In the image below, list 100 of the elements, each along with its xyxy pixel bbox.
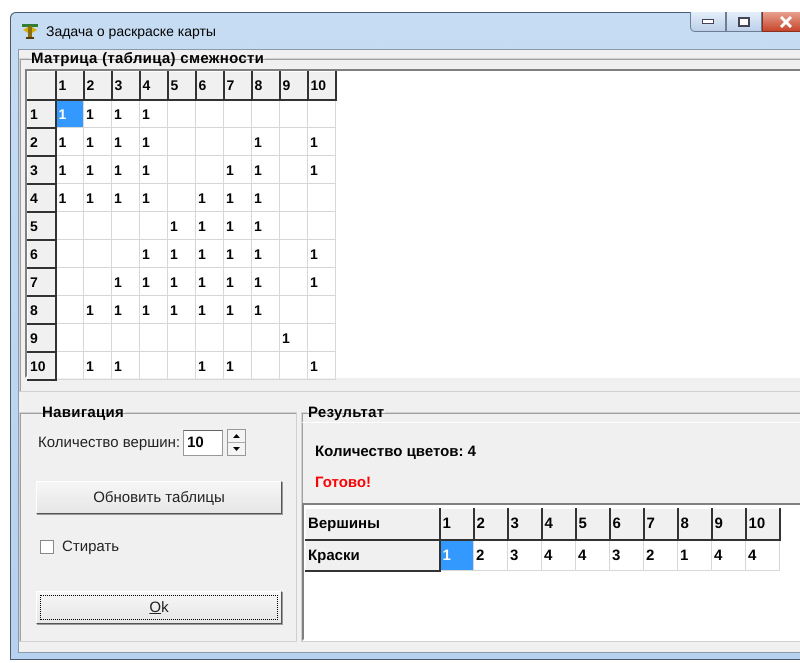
matrix-cell[interactable]: 1 [84, 128, 112, 156]
matrix-cell[interactable]: 1 [84, 296, 112, 324]
matrix-cell[interactable] [168, 352, 196, 380]
matrix-cell[interactable]: 1 [84, 184, 112, 212]
ok-button[interactable]: Ok [36, 591, 282, 624]
matrix-cell[interactable] [196, 156, 224, 184]
matrix-cell[interactable] [280, 352, 308, 380]
matrix-cell[interactable] [280, 296, 308, 324]
color-cell[interactable]: 2 [644, 540, 678, 570]
matrix-cell[interactable] [168, 184, 196, 212]
matrix-cell[interactable]: 1 [112, 156, 140, 184]
matrix-cell[interactable] [224, 128, 252, 156]
matrix-cell[interactable] [140, 352, 168, 380]
color-cell[interactable]: 2 [474, 540, 508, 570]
color-cell[interactable]: 1 [678, 540, 712, 570]
matrix-cell[interactable]: 1 [224, 296, 252, 324]
matrix-cell[interactable]: 1 [308, 268, 336, 296]
matrix-cell[interactable]: 1 [140, 128, 168, 156]
matrix-cell[interactable] [308, 212, 336, 240]
matrix-cell[interactable]: 1 [140, 100, 168, 128]
matrix-cell[interactable] [252, 352, 280, 380]
matrix-cell[interactable]: 1 [112, 352, 140, 380]
matrix-cell[interactable]: 1 [308, 240, 336, 268]
matrix-cell[interactable] [84, 240, 112, 268]
matrix-cell[interactable]: 1 [252, 128, 280, 156]
matrix-cell[interactable] [56, 268, 84, 296]
matrix-cell[interactable]: 1 [112, 296, 140, 324]
matrix-cell[interactable] [168, 100, 196, 128]
color-cell[interactable]: 4 [542, 540, 576, 570]
matrix-cell[interactable] [112, 212, 140, 240]
matrix-cell[interactable]: 1 [140, 156, 168, 184]
color-cell[interactable]: 3 [508, 540, 542, 570]
matrix-cell[interactable] [140, 212, 168, 240]
matrix-cell[interactable] [112, 240, 140, 268]
matrix-cell[interactable]: 1 [168, 268, 196, 296]
matrix-cell[interactable]: 1 [308, 128, 336, 156]
matrix-cell[interactable] [252, 100, 280, 128]
matrix-cell[interactable]: 1 [252, 156, 280, 184]
matrix-cell[interactable]: 1 [224, 184, 252, 212]
matrix-cell[interactable] [308, 296, 336, 324]
matrix-cell[interactable]: 1 [84, 156, 112, 184]
matrix-cell[interactable] [224, 324, 252, 352]
matrix-cell[interactable]: 1 [168, 212, 196, 240]
maximize-button[interactable] [726, 12, 762, 32]
matrix-cell[interactable]: 1 [196, 240, 224, 268]
matrix-cell[interactable]: 1 [252, 296, 280, 324]
matrix-cell[interactable]: 1 [224, 268, 252, 296]
matrix-cell[interactable] [56, 296, 84, 324]
matrix-cell[interactable]: 1 [84, 352, 112, 380]
matrix-cell[interactable]: 1 [224, 212, 252, 240]
refresh-tables-button[interactable]: Обновить таблицы [36, 481, 282, 514]
matrix-cell[interactable]: 1 [112, 100, 140, 128]
matrix-cell[interactable] [196, 100, 224, 128]
matrix-cell[interactable] [112, 324, 140, 352]
matrix-cell[interactable]: 1 [252, 212, 280, 240]
matrix-cell[interactable]: 1 [84, 100, 112, 128]
matrix-cell[interactable]: 1 [252, 184, 280, 212]
matrix-cell[interactable] [308, 324, 336, 352]
matrix-cell[interactable]: 1 [140, 268, 168, 296]
matrix-cell[interactable] [308, 184, 336, 212]
matrix-cell[interactable] [84, 324, 112, 352]
matrix-cell[interactable]: 1 [196, 184, 224, 212]
erase-checkbox[interactable] [40, 540, 54, 554]
matrix-cell[interactable]: 1 [224, 240, 252, 268]
color-cell[interactable]: 4 [712, 540, 746, 570]
matrix-cell[interactable]: 1 [308, 156, 336, 184]
matrix-cell[interactable]: 1 [308, 352, 336, 380]
matrix-cell[interactable] [280, 184, 308, 212]
matrix-cell[interactable]: 1 [112, 268, 140, 296]
matrix-cell[interactable] [84, 268, 112, 296]
matrix-cell[interactable] [252, 324, 280, 352]
matrix-cell[interactable] [56, 212, 84, 240]
matrix-cell[interactable] [280, 268, 308, 296]
matrix-cell[interactable]: 1 [56, 184, 84, 212]
matrix-cell[interactable] [280, 212, 308, 240]
matrix-cell[interactable]: 1 [196, 268, 224, 296]
vertex-count-field[interactable]: 10 [183, 430, 224, 456]
minimize-button[interactable] [690, 12, 726, 32]
matrix-cell[interactable] [56, 324, 84, 352]
matrix-cell[interactable]: 1 [112, 184, 140, 212]
matrix-cell[interactable]: 1 [252, 268, 280, 296]
matrix-cell[interactable]: 1 [168, 296, 196, 324]
matrix-cell[interactable]: 1 [224, 156, 252, 184]
matrix-cell[interactable] [84, 212, 112, 240]
matrix-cell[interactable]: 1 [196, 212, 224, 240]
matrix-cell[interactable] [168, 128, 196, 156]
matrix-cell[interactable] [196, 128, 224, 156]
color-cell[interactable]: 4 [746, 540, 780, 570]
spin-buttons[interactable] [227, 429, 246, 456]
matrix-cell[interactable] [224, 100, 252, 128]
matrix-cell[interactable]: 1 [252, 240, 280, 268]
matrix-cell[interactable] [280, 156, 308, 184]
matrix-cell[interactable] [280, 128, 308, 156]
matrix-cell[interactable]: 1 [140, 240, 168, 268]
matrix-cell[interactable] [140, 324, 168, 352]
matrix-cell[interactable] [168, 156, 196, 184]
matrix-cell[interactable] [168, 324, 196, 352]
matrix-cell[interactable]: 1 [140, 184, 168, 212]
matrix-cell[interactable] [280, 240, 308, 268]
matrix-cell[interactable]: 1 [168, 240, 196, 268]
